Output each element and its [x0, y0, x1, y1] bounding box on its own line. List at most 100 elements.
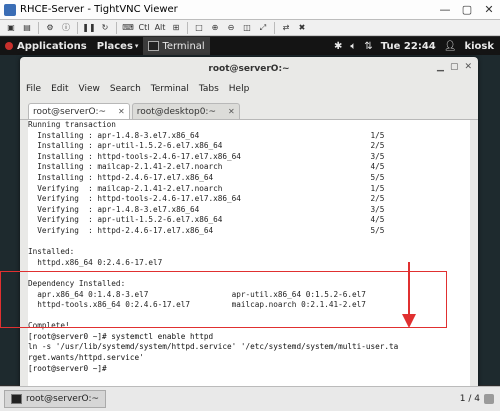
menu-tabs[interactable]: Tabs — [199, 84, 219, 94]
close-button[interactable]: ✕ — [478, 3, 500, 16]
ctrl-alt-del-icon[interactable]: ⌨ — [121, 21, 135, 34]
toolbar-divider — [187, 21, 188, 34]
terminal-line: Installed: — [28, 247, 75, 257]
fullscreen-icon[interactable]: □ — [192, 21, 206, 34]
terminal-command-line: [root@server0 ~]# systemctl enable httpd — [28, 331, 214, 341]
tightvnc-logo-icon — [4, 3, 16, 16]
close-connection-icon[interactable]: ✖ — [295, 21, 309, 34]
terminal-window-title: root@serverO:~ — [208, 64, 290, 74]
info-icon[interactable]: ⓘ — [59, 21, 73, 34]
maximize-icon[interactable]: ▢ — [450, 62, 459, 72]
volume-icon[interactable]: 🔈︎ — [350, 41, 356, 52]
tab-label: root@desktop0:~ — [136, 106, 216, 117]
terminal-icon — [11, 394, 22, 404]
vnc-toolbar: ▣ ▤ ⚙ ⓘ ❚❚ ↻ ⌨ Ctl Alt ⊞ □ ⊕ ⊖ ◫ ⤢ ⇄ ✖ — [0, 20, 500, 36]
applications-menu[interactable]: Applications — [0, 41, 92, 52]
active-app-label: Terminal — [162, 40, 205, 52]
terminal-line: Installing : httpd-tools-2.4.6-17.el7.x8… — [28, 151, 385, 161]
terminal-icon — [148, 41, 160, 51]
win-key-icon[interactable]: ⊞ — [169, 21, 183, 34]
toolbar-divider — [274, 21, 275, 34]
terminal-line: Installing : httpd-2.4.6-17.el7.x86_64 5… — [28, 172, 385, 182]
user-icon: 👤︎ — [443, 40, 457, 52]
zoom-in-icon[interactable]: ⊕ — [208, 21, 222, 34]
menu-help[interactable]: Help — [229, 84, 250, 94]
baidu-watermark: Baidu — [388, 364, 440, 383]
terminal-line: rget.wants/httpd.service' — [28, 353, 144, 363]
terminal-line: httpd-tools.x86_64 0:2.4.6-17.el7 mailca… — [28, 300, 366, 310]
terminal-line: Complete! — [28, 321, 70, 331]
terminal-line: ln -s '/usr/lib/systemd/system/httpd.ser… — [28, 342, 399, 352]
terminal-window: root@serverO:~ ▁ ▢ ✕ File Edit View Sear… — [20, 57, 478, 388]
menu-search[interactable]: Search — [110, 84, 141, 94]
bottom-taskbar: root@serverO:~ 1 / 4 — [0, 386, 500, 411]
places-label: Places — [96, 40, 133, 52]
tab-label: root@serverO:~ — [33, 106, 107, 117]
toolbar-divider — [38, 21, 39, 34]
zoom-fit-icon[interactable]: ⤢ — [256, 21, 270, 34]
ctrl-button[interactable]: Ctl — [137, 21, 151, 34]
system-tray: ✱ 🔈︎ ⇅ Tue 22:44 👤︎ kiosk — [334, 41, 500, 52]
taskbar-window-label: root@serverO:~ — [26, 394, 100, 404]
terminal-line: Verifying : httpd-2.4.6-17.el7.x86_64 5/… — [28, 225, 385, 235]
vnc-window-title: RHCE-Server - TightVNC Viewer — [20, 4, 178, 15]
refresh-icon[interactable]: ↻ — [98, 21, 112, 34]
tab-desktop0[interactable]: root@desktop0:~ ✕ — [131, 103, 240, 119]
tab-close-icon[interactable]: ✕ — [118, 107, 125, 116]
new-connection-icon[interactable]: ▣ — [4, 21, 18, 34]
window-controls: — ▢ ✕ — [434, 3, 500, 16]
terminal-line: Verifying : httpd-tools-2.4.6-17.el7.x86… — [28, 194, 385, 204]
active-app-menu[interactable]: Terminal — [143, 37, 210, 55]
maximize-button[interactable]: ▢ — [456, 3, 478, 16]
close-icon[interactable]: ✕ — [464, 62, 472, 72]
terminal-line: Verifying : apr-util-1.5.2-6.el7.x86_64 … — [28, 215, 385, 225]
terminal-line: Running transaction — [28, 120, 116, 129]
save-icon[interactable]: ▤ — [20, 21, 34, 34]
redhat-logo-icon — [5, 42, 13, 50]
terminal-line: Verifying : mailcap-2.1.41-2.el7.noarch … — [28, 183, 385, 193]
taskbar-window-button[interactable]: root@serverO:~ — [4, 390, 107, 408]
gnome-top-bar: Applications Places ▾ Terminal ✱ 🔈︎ ⇅ Tu… — [0, 37, 500, 55]
toolbar-divider — [77, 21, 78, 34]
terminal-titlebar[interactable]: root@serverO:~ ▁ ▢ ✕ — [20, 57, 478, 81]
options-icon[interactable]: ⚙ — [43, 21, 57, 34]
applications-label: Applications — [17, 40, 87, 52]
accessibility-icon[interactable]: ✱ — [334, 41, 342, 52]
menu-terminal[interactable]: Terminal — [151, 84, 189, 94]
terminal-menubar: File Edit View Search Terminal Tabs Help — [20, 81, 478, 97]
toolbar-divider — [116, 21, 117, 34]
minimize-icon[interactable]: ▁ — [437, 62, 444, 72]
menu-edit[interactable]: Edit — [51, 84, 68, 94]
menu-view[interactable]: View — [79, 84, 100, 94]
workspace-pager[interactable]: 1 / 4 — [460, 394, 494, 404]
terminal-output[interactable]: Running transaction Installing : apr-1.4… — [28, 120, 470, 386]
terminal-line: Verifying : apr-1.4.8-3.el7.x86_64 3/5 — [28, 204, 385, 214]
terminal-line: httpd.x86_64 0:2.4.6-17.el7 — [28, 257, 163, 267]
places-menu[interactable]: Places ▾ — [92, 41, 144, 52]
menu-file[interactable]: File — [26, 84, 41, 94]
user-menu[interactable]: kiosk — [464, 41, 494, 52]
notification-icon[interactable] — [484, 394, 494, 404]
terminal-tab-strip: root@serverO:~ ✕ root@desktop0:~ ✕ — [20, 101, 478, 120]
terminal-line: Installing : apr-util-1.5.2-6.el7.x86_64… — [28, 141, 385, 151]
alt-button[interactable]: Alt — [153, 21, 167, 34]
tab-close-icon[interactable]: ✕ — [228, 107, 235, 116]
terminal-line: apr.x86_64 0:1.4.8-3.el7 apr-util.x86_64… — [28, 289, 366, 299]
clock[interactable]: Tue 22:44 — [381, 41, 436, 52]
terminal-line: Installing : apr-1.4.8-3.el7.x86_64 1/5 — [28, 130, 385, 140]
zoom-out-icon[interactable]: ⊖ — [224, 21, 238, 34]
terminal-line: Dependency Installed: — [28, 278, 126, 288]
vnc-title-bar: RHCE-Server - TightVNC Viewer — ▢ ✕ — [0, 0, 500, 20]
workspace-indicator: 1 / 4 — [459, 394, 480, 404]
terminal-line: Installing : mailcap-2.1.41-2.el7.noarch… — [28, 162, 385, 172]
pause-icon[interactable]: ❚❚ — [82, 21, 96, 34]
chevron-down-icon: ▾ — [134, 42, 139, 50]
file-transfer-icon[interactable]: ⇄ — [279, 21, 293, 34]
network-icon[interactable]: ⇅ — [364, 41, 372, 52]
zoom-100-icon[interactable]: ◫ — [240, 21, 254, 34]
tab-server0[interactable]: root@serverO:~ ✕ — [28, 103, 130, 119]
minimize-button[interactable]: — — [434, 3, 456, 16]
